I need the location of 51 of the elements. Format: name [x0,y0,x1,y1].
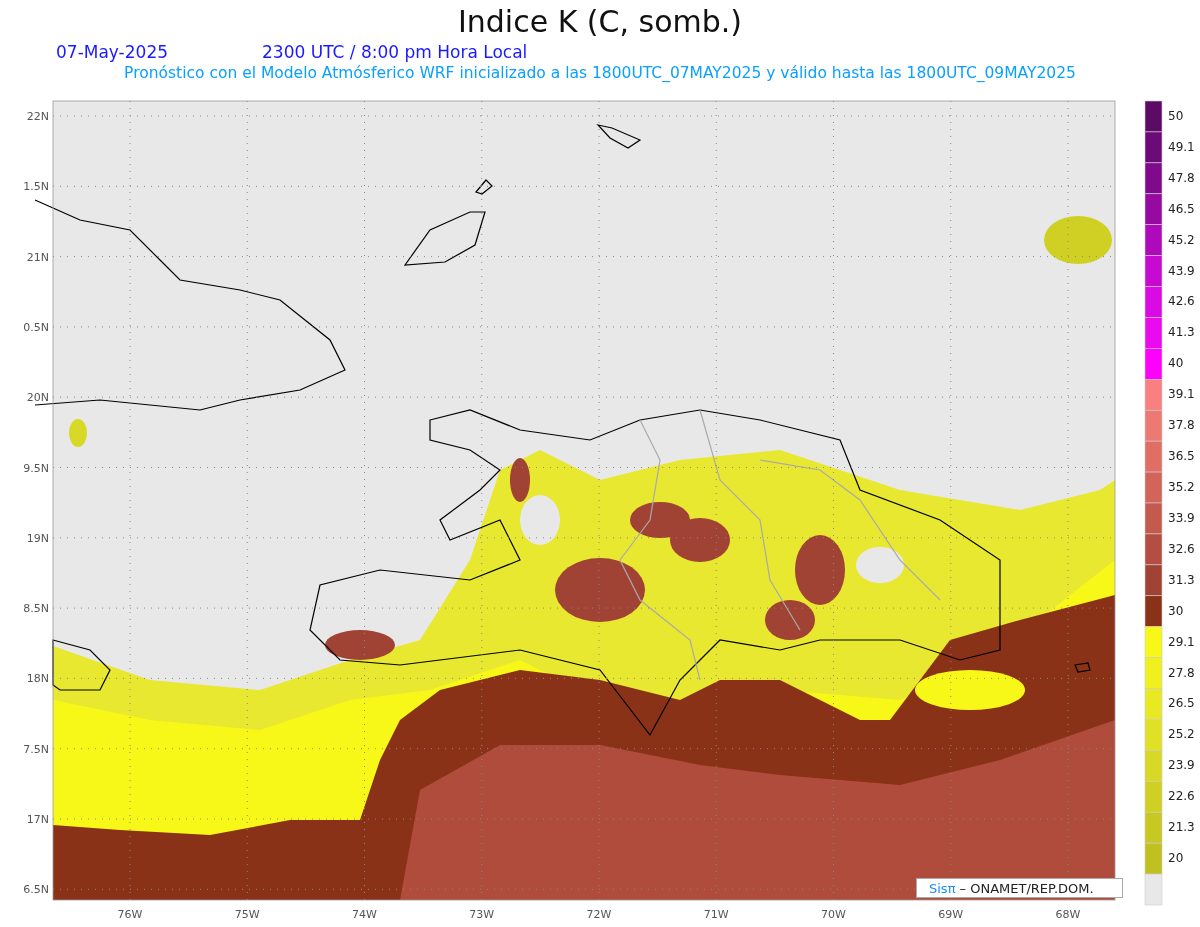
legend-label: 27.8 [1168,665,1195,680]
legend-label: 21.3 [1168,820,1195,835]
axis-label: 69W [938,908,964,921]
axis-label: 21N [26,250,49,264]
legend-label: 41.3 [1168,325,1195,340]
axis-label: 20N [26,391,49,405]
chart-title: Indice K (C, somb.) [456,3,744,41]
legend-label: 26.5 [1168,696,1195,711]
axis-label: 19N [26,531,49,545]
legend-label: 23.9 [1168,758,1195,773]
legend-label: 29.1 [1168,634,1195,649]
axis-label: 7.5N [23,742,49,756]
axis-label: 68W [1055,908,1081,921]
axis-label: 6.5N [23,883,49,897]
axis-label: 0.5N [23,320,49,334]
legend-label: 22.6 [1168,789,1195,804]
legend-label: 25.2 [1168,727,1195,742]
legend-label: 46.5 [1168,201,1195,216]
axis-label: 74W [352,908,377,921]
legend-label: 50 [1168,108,1184,123]
time-label: 2300 UTC / 8:00 pm Hora Local [262,42,528,64]
axis-label: 76W [117,908,143,921]
axis-label: 22N [26,110,49,123]
axis-label: 18N [26,672,49,686]
legend-label: 42.6 [1168,294,1195,309]
legend-label: 33.9 [1168,510,1195,525]
axis-label: 71W [703,908,729,921]
legend-label: 49.1 [1168,139,1195,154]
credit-label: Sisπ – ONAMET/REP.DOM. [916,878,1123,898]
legend-label: 37.8 [1168,418,1195,433]
forecast-description: Pronóstico con el Modelo Atmósferico WRF inicializado a las 1800UTC_07MAY2025 y válido hasta las 1800UTC_09MAY2025 [123,64,1077,82]
legend-label: 43.9 [1168,263,1195,278]
legend-label: 36.5 [1168,449,1195,464]
legend-label: 45.2 [1168,232,1195,247]
axis-label: 73W [469,908,495,921]
legend-label: 39.1 [1168,387,1195,402]
date-label: 07-May-2025 [56,42,168,64]
legend-label: 20 [1168,851,1184,866]
legend-label: 31.3 [1168,572,1195,587]
axis-label: 8.5N [23,602,49,616]
legend-label: 47.8 [1168,170,1195,185]
legend-label: 32.6 [1168,541,1195,556]
axis-label: 9.5N [23,461,49,475]
axis-label: 72W [586,908,612,921]
axis-label: 70W [821,908,846,921]
legend-label: 35.2 [1168,480,1195,494]
axis-label: 1.5N [23,180,49,194]
legend-label: 30 [1168,603,1184,618]
axis-label: 75W [234,908,260,921]
axis-label: 17N [26,813,49,826]
legend-label: 40 [1168,356,1184,371]
